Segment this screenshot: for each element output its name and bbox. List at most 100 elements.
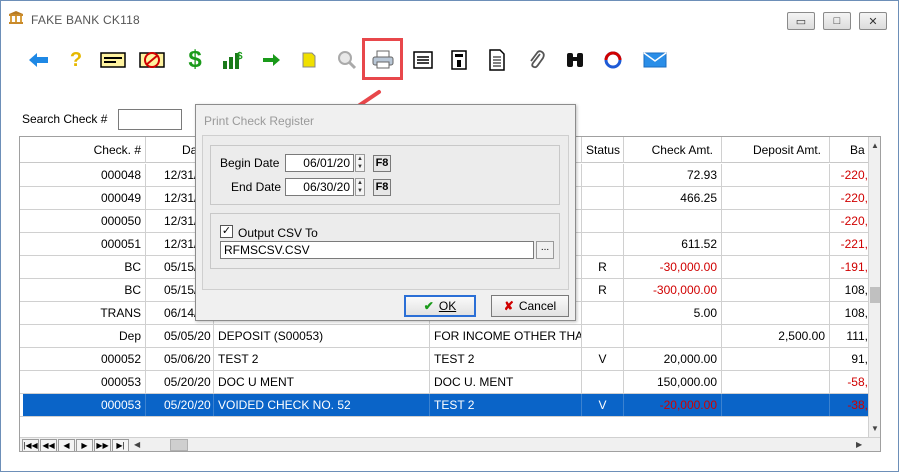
browse-button[interactable]: ... [536, 241, 554, 259]
ok-button[interactable]: ✔ OK [404, 295, 476, 317]
ok-label: OK [438, 299, 457, 313]
cell-memo: FOR INCOME OTHER THAN [430, 325, 582, 347]
cell-check-number: 000049 [20, 187, 146, 209]
table-row-selected[interactable]: 000053 05/20/20 VOIDED CHECK NO. 52 TEST 2V… [20, 394, 868, 417]
table-row[interactable]: 000052 05/06/20 TEST 2 TEST 2 V 20,000.00 91, [20, 348, 868, 371]
cell-check-amt: 150,000.00 [624, 371, 722, 393]
cell-balance: -58, [847, 375, 868, 389]
cell-deposit-amt [722, 210, 830, 232]
cell-deposit-amt [722, 302, 830, 324]
email-icon[interactable] [641, 45, 669, 75]
nav-prev-button[interactable]: ◀ [58, 439, 75, 451]
end-date-input[interactable]: 06/30/20 [285, 178, 354, 196]
cell-check-number: BC [20, 256, 146, 278]
scroll-up-icon[interactable]: ▲ [871, 141, 879, 150]
cell-check-amt: -20,000.00 [624, 394, 722, 416]
cancel-label: Cancel [518, 299, 557, 313]
cell-payee: VOIDED CHECK NO. 52 [214, 394, 430, 416]
output-csv-checkbox[interactable]: ✓ [220, 225, 233, 238]
svg-text:$: $ [237, 51, 243, 62]
header-check-number[interactable]: Check. # [20, 137, 146, 163]
nav-next-page-button[interactable]: ▶▶ [94, 439, 111, 451]
minimize-icon: ▭ [795, 15, 807, 28]
cell-status [582, 233, 624, 255]
nav-prev-page-button[interactable]: ◀◀ [40, 439, 57, 451]
minimize-button[interactable]: ▭ [787, 12, 815, 30]
begin-date-spinner[interactable]: ▲ ▼ [355, 154, 365, 172]
cell-check-number: BC [20, 279, 146, 301]
table-row[interactable]: Dep 05/05/20 DEPOSIT (S00053) FOR INCOME OT… [20, 325, 868, 348]
transfer-arrow-icon[interactable] [257, 45, 285, 75]
end-date-f8-button[interactable]: F8 [373, 179, 391, 196]
vertical-scrollbar[interactable]: ▲ ▼ [868, 137, 880, 437]
header-deposit-amt[interactable]: Deposit Amt. [722, 137, 830, 163]
refresh-icon[interactable] [599, 45, 627, 75]
csv-path-input[interactable]: RFMSCSV.CSV [220, 241, 534, 259]
nav-last-button[interactable]: ▶| [112, 439, 129, 451]
cell-check-number: TRANS [20, 302, 146, 324]
cell-balance: -220, [840, 168, 868, 182]
cell-check-amt: 72.93 [624, 164, 722, 186]
cell-balance: 108, [844, 283, 868, 297]
horizontal-scroll-thumb[interactable] [170, 439, 188, 451]
cell-date: 05/20/20 [146, 394, 214, 416]
back-arrow-icon[interactable] [25, 45, 53, 75]
vertical-scroll-thumb[interactable] [870, 287, 880, 303]
grid-navigation-bar: |◀◀ ◀◀ ◀ ▶ ▶▶ ▶| ◀ ▶ [20, 437, 880, 451]
list-icon[interactable] [409, 45, 437, 75]
begin-date-f8-button[interactable]: F8 [373, 155, 391, 172]
cell-check-number: Dep [20, 325, 146, 347]
cell-payee: DOC U MENT [214, 371, 430, 393]
cell-status: R [582, 256, 624, 278]
cell-check-number: 000050 [20, 210, 146, 232]
paperclip-icon[interactable] [523, 45, 551, 75]
cell-balance: -221, [840, 237, 868, 251]
cell-check-amt: 20,000.00 [624, 348, 722, 370]
search-check-input[interactable] [118, 109, 182, 130]
cell-payee: DEPOSIT (S00053) [214, 325, 430, 347]
scroll-down-icon[interactable]: ▼ [871, 424, 879, 433]
cell-status [582, 164, 624, 186]
magnifier-icon[interactable] [333, 45, 361, 75]
nav-first-button[interactable]: |◀◀ [22, 439, 39, 451]
cell-deposit-amt [722, 279, 830, 301]
header-balance[interactable]: Ba [830, 137, 868, 163]
cell-date: 05/20/20 [146, 371, 214, 393]
deposit-chart-icon[interactable]: $ [219, 45, 247, 75]
check-icon[interactable] [99, 45, 127, 75]
cell-check-amt: 466.25 [624, 187, 722, 209]
cell-status [582, 302, 624, 324]
cell-date: 05/05/20 [146, 325, 214, 347]
scroll-left-icon[interactable]: ◀ [134, 440, 140, 449]
cell-check-amt: 5.00 [624, 302, 722, 324]
calculator-icon[interactable] [445, 45, 473, 75]
header-check-amt[interactable]: Check Amt. [624, 137, 722, 163]
begin-date-input[interactable]: 06/01/20 [285, 154, 354, 172]
help-icon[interactable]: ? [62, 45, 90, 75]
document-icon[interactable] [483, 45, 511, 75]
table-row[interactable]: 000053 05/20/20 DOC U MENT DOC U. MENT 150,0… [20, 371, 868, 394]
cell-balance: -220, [840, 191, 868, 205]
cancel-x-icon: ✘ [503, 299, 514, 313]
search-label: Search Check # [22, 112, 108, 126]
nav-next-button[interactable]: ▶ [76, 439, 93, 451]
cell-deposit-amt [722, 164, 830, 186]
cell-check-amt: -300,000.00 [624, 279, 722, 301]
scroll-right-icon[interactable]: ▶ [856, 440, 862, 449]
title-bar: FAKE BANK CK118 ▭ □ ✕ [1, 1, 898, 33]
binoculars-icon[interactable] [561, 45, 589, 75]
end-date-spinner[interactable]: ▲ ▼ [355, 178, 365, 196]
cell-balance: 111, [846, 329, 868, 343]
void-check-icon[interactable] [138, 45, 166, 75]
bank-icon [9, 11, 23, 24]
cancel-button[interactable]: ✘ Cancel [491, 295, 569, 317]
note-icon[interactable] [295, 45, 323, 75]
cell-deposit-amt [722, 233, 830, 255]
close-button[interactable]: ✕ [859, 12, 887, 30]
header-status[interactable]: Status [582, 137, 624, 163]
print-check-register-dialog: Print Check Register Begin Date 06/01/20… [195, 104, 576, 321]
dollar-icon[interactable]: $ [181, 45, 209, 75]
cell-check-number: 000053 [20, 371, 146, 393]
restore-button[interactable]: □ [823, 12, 851, 30]
cell-deposit-amt [722, 371, 830, 393]
